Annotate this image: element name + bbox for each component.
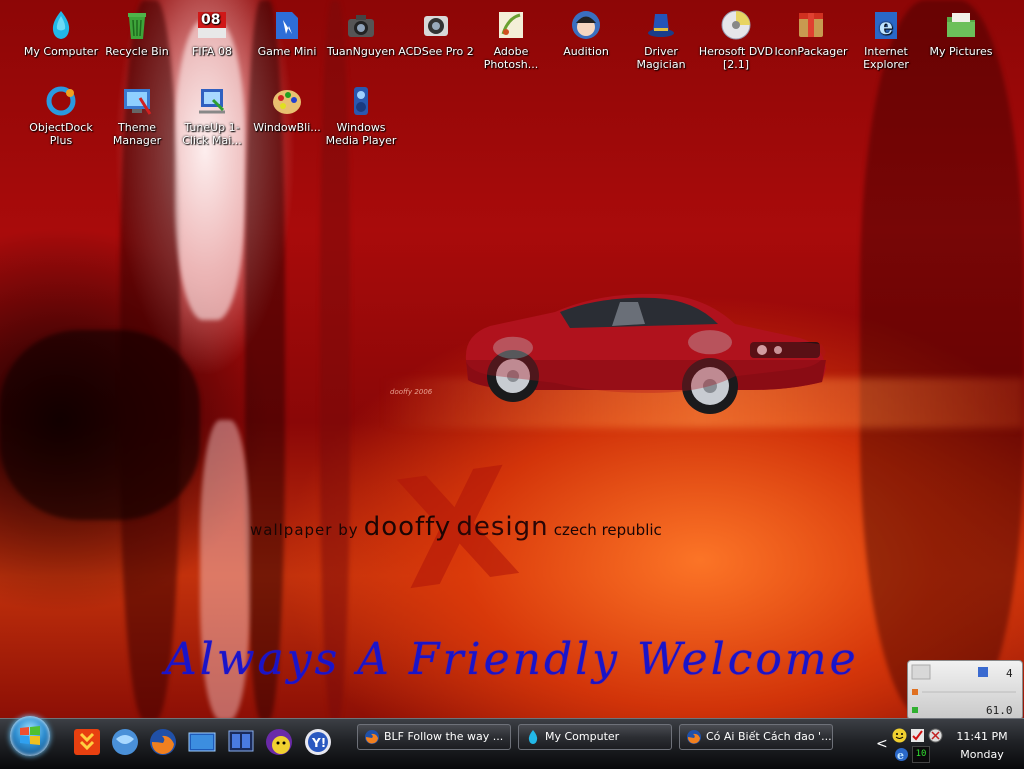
driver-magician-icon: [644, 8, 678, 42]
windows-logo-icon: [20, 726, 40, 745]
credit-prefix: wallpaper by: [250, 521, 359, 539]
firefox-icon: [687, 730, 701, 744]
icon-label: Recycle Bin: [105, 45, 169, 58]
taskbar-button-label: My Computer: [545, 730, 620, 743]
desktop-icon-audition[interactable]: Audition: [548, 8, 624, 58]
desktop-icon-my-pictures[interactable]: My Pictures: [923, 8, 999, 58]
game-mini-icon: [270, 8, 304, 42]
desktop-icon-driver-magician[interactable]: Driver Magician: [623, 8, 699, 71]
icon-label: WindowBli...: [253, 121, 321, 134]
desktop-icon-iconpackager[interactable]: IconPackager: [773, 8, 849, 58]
taskbar-button-label: BLF Follow the way ...: [384, 730, 504, 743]
desktop-icon-media-player[interactable]: Windows Media Player: [323, 84, 399, 147]
taskbar-button-firefox-co-ai[interactable]: Có Ai Biết Cách đao '...: [679, 724, 833, 750]
icon-label: Herosoft DVD [2.1]: [698, 45, 774, 71]
tray-expand-chevron[interactable]: <: [876, 736, 888, 752]
audition-icon: [569, 8, 603, 42]
gadget-count: 4: [1006, 667, 1013, 680]
credit-brand-2: design: [456, 512, 549, 542]
photoshop-icon: [494, 8, 528, 42]
yahoo-smiley-tray-icon[interactable]: [892, 728, 907, 743]
objectdock-icon: [44, 84, 78, 118]
svg-text:e: e: [897, 749, 904, 762]
tray-counter-badge[interactable]: 10: [912, 746, 930, 763]
windows-orb-icon[interactable]: [110, 727, 140, 757]
desktop-icon-fifa-08[interactable]: 08 FIFA 08: [174, 8, 250, 58]
icon-label: IconPackager: [774, 45, 848, 58]
my-computer-icon: [528, 730, 538, 744]
internet-explorer-icon: e: [869, 8, 903, 42]
desktop-icon-photoshop[interactable]: Adobe Photosh...: [473, 8, 549, 71]
media-player-icon: [344, 84, 378, 118]
credit-country: czech republic: [553, 521, 662, 539]
icon-label: ACDSee Pro 2: [398, 45, 474, 58]
camera-icon: [344, 8, 378, 42]
icon-label: TuneUp 1-Click Mai...: [182, 121, 242, 147]
wallpaper-streak: [175, 20, 245, 320]
wallpaper-credit: wallpaper by dooffy design czech republi…: [250, 512, 662, 542]
fifa-08-icon: 08: [195, 8, 229, 42]
icon-label: FIFA 08: [192, 45, 232, 58]
icon-label: Game Mini: [257, 45, 317, 58]
windowblinds-icon: [270, 84, 304, 118]
system-clock[interactable]: 11:41 PM Monday: [952, 728, 1012, 764]
desktop-icon-windowblinds[interactable]: WindowBli...: [249, 84, 325, 134]
desktop-icon-my-computer[interactable]: My Computer: [23, 8, 99, 58]
desktop-icon-theme-manager[interactable]: Theme Manager: [99, 84, 175, 147]
icon-label: Driver Magician: [636, 45, 686, 71]
antivirus-tray-icon[interactable]: [910, 728, 925, 743]
recycle-bin-icon: [120, 8, 154, 42]
icon-label: ObjectDock Plus: [29, 121, 93, 147]
icon-label: Audition: [563, 45, 609, 58]
icon-label: My Computer: [23, 45, 99, 58]
taskbar-button-my-computer[interactable]: My Computer: [518, 724, 672, 750]
internet-explorer-tray-icon[interactable]: e: [894, 747, 909, 762]
icon-label: Windows Media Player: [325, 121, 397, 147]
desktop-icon-objectdock[interactable]: ObjectDock Plus: [23, 84, 99, 147]
car-reflection: [465, 330, 826, 393]
fifa-badge: 08: [201, 12, 221, 28]
tuneup-icon: [195, 84, 229, 118]
desktop-icon-internet-explorer[interactable]: e Internet Explorer: [848, 8, 924, 71]
clock-day: Monday: [960, 748, 1004, 761]
acdsee-icon: [419, 8, 453, 42]
yahoo-icon[interactable]: Y!: [303, 727, 333, 757]
wallpaper-shadow: [0, 330, 200, 520]
firefox-icon[interactable]: [148, 727, 178, 757]
iconpackager-icon: [794, 8, 828, 42]
my-computer-icon: [44, 8, 78, 42]
desktop-icon-recycle-bin[interactable]: Recycle Bin: [99, 8, 175, 58]
folder-icon: [944, 8, 978, 42]
network-tray-icon[interactable]: [928, 728, 943, 743]
wallpaper-signature: dooffy 2006: [390, 388, 433, 396]
icon-label: My Pictures: [929, 45, 993, 58]
gadget-value: 61.0: [986, 704, 1013, 717]
dvd-icon: [719, 8, 753, 42]
desktop-icon-acdsee[interactable]: ACDSee Pro 2: [398, 8, 474, 58]
welcome-text: Always A Friendly Welcome: [165, 634, 859, 685]
desktop-icon-tuannguyen[interactable]: TuanNguyen: [323, 8, 399, 58]
credit-brand: dooffy: [363, 512, 452, 542]
svg-text:Y!: Y!: [311, 736, 326, 750]
desktop-icon-game-mini[interactable]: Game Mini: [249, 8, 325, 58]
icon-label: TuanNguyen: [326, 45, 396, 58]
desktop-icon-tuneup[interactable]: TuneUp 1-Click Mai...: [174, 84, 250, 147]
taskbar-button-firefox-blf[interactable]: BLF Follow the way ...: [357, 724, 511, 750]
desktop-icon-herosoft-dvd[interactable]: Herosoft DVD [2.1]: [698, 8, 774, 71]
show-desktop-icon[interactable]: [187, 727, 217, 757]
clock-time: 11:41 PM: [956, 730, 1008, 743]
icon-label: Adobe Photosh...: [483, 45, 539, 71]
flashget-icon[interactable]: [72, 727, 102, 757]
wallpaper-shadow: [860, 0, 1024, 720]
taskbar-button-label: Có Ai Biết Cách đao '...: [706, 730, 832, 743]
start-button[interactable]: [10, 716, 50, 756]
icon-label: Internet Explorer: [863, 45, 909, 71]
firefox-icon: [365, 730, 379, 744]
switch-windows-icon[interactable]: [226, 727, 256, 757]
yahoo-messenger-icon[interactable]: [264, 727, 294, 757]
theme-manager-icon: [120, 84, 154, 118]
svg-text:e: e: [879, 14, 893, 40]
icon-label: Theme Manager: [112, 121, 162, 147]
